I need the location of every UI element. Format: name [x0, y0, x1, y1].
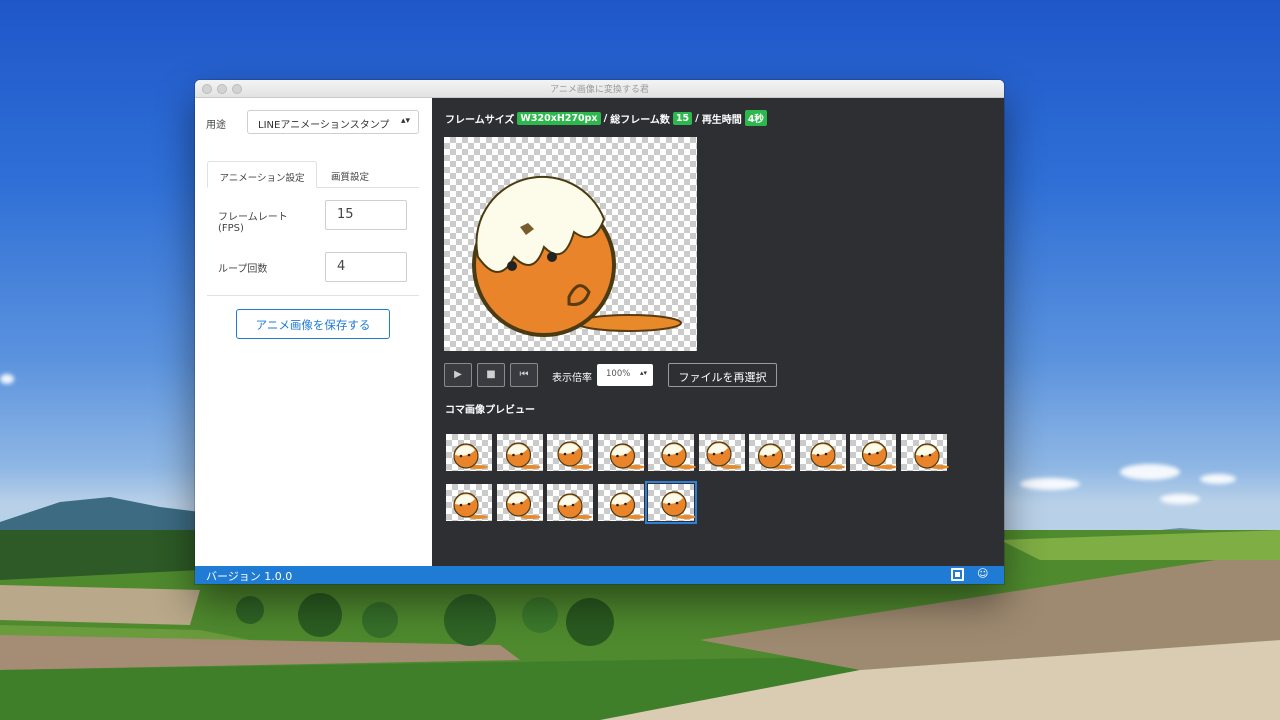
- animation-preview: [444, 137, 697, 351]
- fps-input[interactable]: 15: [325, 200, 407, 230]
- frame-thumbnail[interactable]: [849, 433, 897, 472]
- tab-animation-settings[interactable]: アニメーション設定: [207, 161, 317, 188]
- play-time-badge: 4秒: [744, 110, 767, 126]
- zoom-select-value: 100%: [606, 369, 631, 379]
- usage-select-value: LINEアニメーションスタンプ: [258, 120, 390, 131]
- total-frames-badge: 15: [672, 111, 693, 125]
- frame-thumbnail[interactable]: [546, 483, 594, 522]
- cloud: [1020, 478, 1080, 490]
- divider: [207, 295, 419, 296]
- frame-thumbnail[interactable]: [495, 433, 544, 472]
- loop-label: ループ回数: [218, 264, 268, 275]
- version-text: バージョン 1.0.0: [206, 570, 293, 583]
- play-icon: ▶: [454, 369, 462, 380]
- frame-thumbnail[interactable]: [596, 483, 645, 522]
- status-bar: バージョン 1.0.0 ☺: [195, 566, 1004, 584]
- select-arrows-icon: ▴▾: [639, 369, 647, 377]
- app-window: アニメ画像に変換する君 用途 LINEアニメーションスタンプ ▴▾ アニメーショ…: [195, 80, 1004, 584]
- frame-thumbnail[interactable]: [645, 481, 697, 524]
- play-button[interactable]: ▶: [444, 363, 472, 387]
- fps-unit-label: (FPS): [218, 223, 244, 234]
- frame-thumbnail[interactable]: [546, 433, 594, 472]
- frame-thumbnail[interactable]: [697, 433, 746, 472]
- preview-panel: フレームサイズ W320xH270px / 総フレーム数 15 / 再生時間 4…: [432, 98, 1004, 566]
- zoom-select[interactable]: 100% ▴▾: [597, 364, 653, 386]
- separator: /: [603, 112, 608, 124]
- play-time-label: 再生時間: [701, 114, 742, 126]
- frame-thumbnail[interactable]: [899, 433, 949, 472]
- takoyaki-character-image: [472, 175, 682, 337]
- cloud: [1200, 474, 1236, 484]
- frame-thumbnail[interactable]: [495, 483, 544, 522]
- frame-size-badge: W320xH270px: [517, 111, 601, 125]
- zoom-label: 表示倍率: [552, 373, 592, 384]
- frame-thumbnail[interactable]: [445, 483, 493, 522]
- window-title: アニメ画像に変換する君: [550, 85, 649, 95]
- save-animation-button[interactable]: アニメ画像を保存する: [236, 309, 390, 339]
- title-bar: アニメ画像に変換する君: [195, 80, 1004, 98]
- rewind-button[interactable]: ⏮: [510, 363, 538, 387]
- frame-preview-title: コマ画像プレビュー: [445, 405, 535, 416]
- usage-select[interactable]: LINEアニメーションスタンプ ▴▾: [247, 110, 419, 134]
- frame-thumbnail[interactable]: [748, 433, 796, 472]
- frame-size-label: フレームサイズ: [445, 114, 515, 126]
- usage-label: 用途: [206, 120, 226, 131]
- cloud: [1120, 464, 1180, 480]
- loop-count-input[interactable]: 4: [325, 252, 407, 282]
- frame-thumbnail[interactable]: [798, 433, 847, 472]
- fps-label: フレームレート: [218, 212, 288, 223]
- total-frames-label: 総フレーム数: [610, 114, 670, 126]
- settings-panel: 用途 LINEアニメーションスタンプ ▴▾ アニメーション設定 画質設定 フレー…: [195, 98, 432, 566]
- cloud: [0, 374, 14, 384]
- frame-thumbnail[interactable]: [647, 433, 696, 472]
- frame-thumbnail[interactable]: [445, 433, 493, 472]
- separator: /: [695, 112, 699, 124]
- window-mode-icon[interactable]: [951, 568, 964, 581]
- skip-back-icon: ⏮: [519, 369, 529, 380]
- smiley-icon[interactable]: ☺: [977, 567, 988, 580]
- frame-thumbnail[interactable]: [596, 433, 645, 472]
- stop-button[interactable]: ■: [477, 363, 505, 387]
- tab-quality-settings[interactable]: 画質設定: [319, 161, 381, 188]
- frame-info-bar: フレームサイズ W320xH270px / 総フレーム数 15 / 再生時間 4…: [445, 110, 767, 126]
- select-arrows-icon: ▴▾: [400, 116, 410, 126]
- reselect-file-button[interactable]: ファイルを再選択: [668, 363, 777, 387]
- settings-tabs: アニメーション設定 画質設定: [207, 161, 419, 188]
- stop-icon: ■: [486, 369, 496, 380]
